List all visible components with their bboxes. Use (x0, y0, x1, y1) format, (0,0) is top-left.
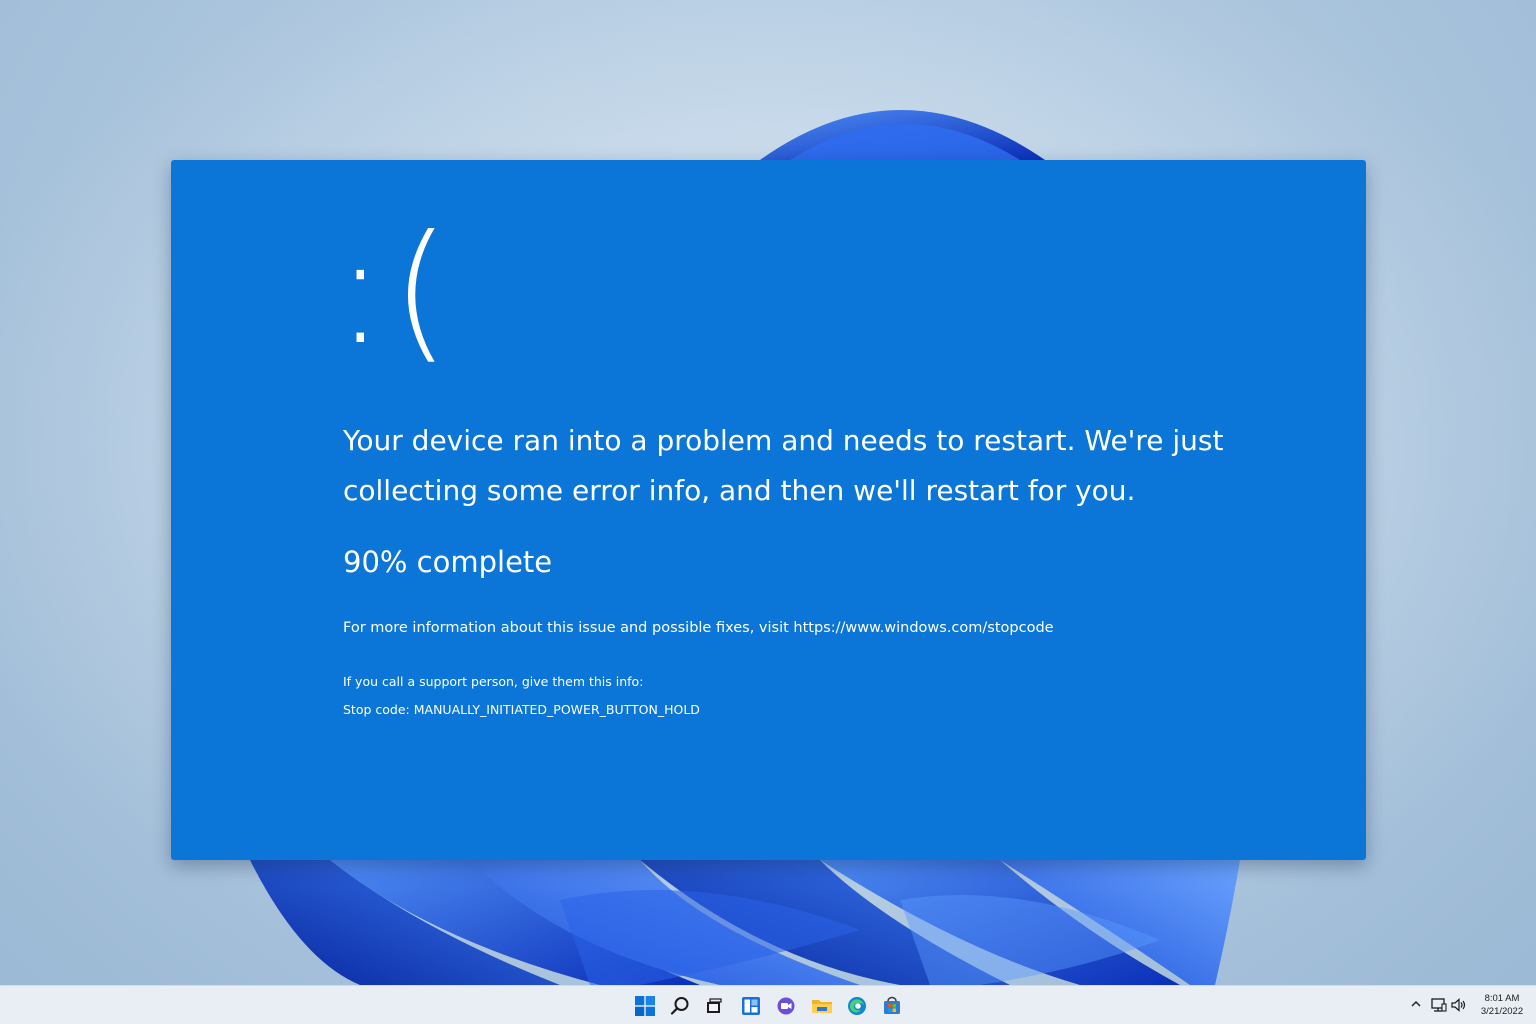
system-clock[interactable]: 8:01 AM 3/21/2022 (1472, 992, 1532, 1018)
stopcode-link[interactable]: https://www.windows.com/stopcode (793, 620, 1053, 636)
stop-code-line: Stop code: MANUALLY_INITIATED_POWER_BUTT… (343, 702, 700, 718)
more-info-prefix: For more information about this issue an… (343, 620, 794, 636)
chat-icon[interactable] (774, 994, 798, 1018)
desktop: :( Your device ran into a problem and ne… (0, 0, 1536, 1024)
clock-date: 3/21/2022 (1480, 1006, 1524, 1017)
sad-face: :( (335, 204, 457, 378)
network-icon[interactable] (1430, 996, 1448, 1014)
edge-browser-icon[interactable] (845, 994, 869, 1018)
windows-logo-icon[interactable] (633, 994, 657, 1018)
volume-icon[interactable] (1450, 996, 1468, 1014)
taskbar: 8:01 AM 3/21/2022 (0, 985, 1536, 1024)
task-view-icon[interactable] (702, 994, 726, 1018)
more-info-text: For more information about this issue an… (343, 618, 1054, 638)
clock-time: 8:01 AM (1484, 993, 1520, 1004)
support-info-text: If you call a support person, give them … (343, 674, 644, 689)
folder-icon[interactable] (810, 994, 834, 1018)
search-icon[interactable] (668, 994, 692, 1018)
store-icon[interactable] (880, 994, 904, 1018)
stop-code-label: Stop code: (343, 702, 414, 717)
widgets-icon[interactable] (739, 994, 763, 1018)
progress-text: 90% complete (343, 545, 553, 579)
bsod-screen: :( Your device ran into a problem and ne… (171, 160, 1366, 860)
chevron-up-icon[interactable] (1409, 997, 1423, 1011)
stop-code-value: MANUALLY_INITIATED_POWER_BUTTON_HOLD (413, 702, 700, 717)
error-message: Your device ran into a problem and needs… (343, 424, 1224, 507)
